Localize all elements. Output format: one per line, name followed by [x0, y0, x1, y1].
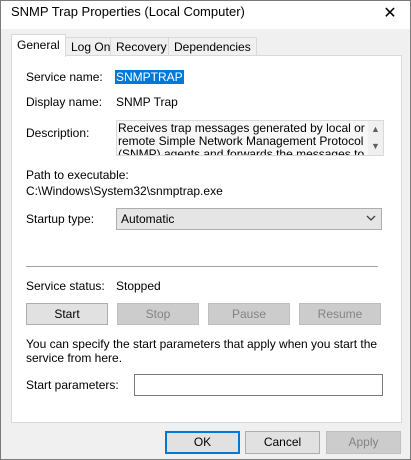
pause-button[interactable]: Pause [208, 303, 290, 325]
description-text: Receives trap messages generated by loca… [118, 121, 365, 156]
startup-type-select[interactable]: Automatic [116, 208, 382, 230]
stop-button[interactable]: Stop [117, 303, 199, 325]
ok-button[interactable]: OK [165, 431, 240, 454]
description-label: Description: [26, 126, 90, 140]
scroll-up-icon[interactable]: ▲ [371, 125, 380, 134]
start-params-input[interactable] [134, 374, 383, 396]
service-status-value: Stopped [116, 279, 161, 293]
tab-log-on[interactable]: Log On [65, 37, 117, 56]
close-button[interactable]: ✕ [370, 1, 410, 29]
service-name-label: Service name: [26, 70, 103, 84]
description-box[interactable]: Receives trap messages generated by loca… [116, 120, 384, 156]
path-label: Path to executable: [26, 168, 129, 182]
window-title: SNMP Trap Properties (Local Computer) [11, 4, 245, 19]
startup-type-label: Startup type: [26, 212, 95, 226]
startup-type-value: Automatic [121, 212, 175, 226]
tab-recovery[interactable]: Recovery [110, 37, 173, 56]
properties-dialog: SNMP Trap Properties (Local Computer) ✕ … [0, 0, 411, 460]
tab-dependencies[interactable]: Dependencies [168, 37, 257, 56]
tab-general[interactable]: General [11, 34, 66, 57]
start-params-help: You can specify the start parameters tha… [26, 337, 378, 365]
title-bar[interactable]: SNMP Trap Properties (Local Computer) ✕ [1, 1, 410, 29]
start-button[interactable]: Start [26, 303, 108, 325]
apply-button[interactable]: Apply [326, 431, 401, 454]
path-value[interactable]: C:\Windows\System32\snmptrap.exe [26, 184, 223, 198]
scroll-down-icon[interactable]: ▼ [371, 142, 380, 151]
service-status-label: Service status: [26, 279, 105, 293]
chevron-down-icon [366, 215, 376, 221]
general-panel: Service name: SNMPTRAP Display name: SNM… [11, 55, 402, 423]
display-name-value[interactable]: SNMP Trap [116, 95, 178, 109]
close-icon: ✕ [383, 5, 397, 22]
cancel-button[interactable]: Cancel [245, 431, 320, 454]
start-params-label: Start parameters: [26, 378, 119, 392]
resume-button[interactable]: Resume [299, 303, 381, 325]
service-name-value[interactable]: SNMPTRAP [115, 70, 184, 84]
display-name-label: Display name: [26, 95, 103, 109]
description-scrollbar[interactable]: ▲ ▼ [368, 121, 383, 155]
separator [26, 266, 378, 267]
